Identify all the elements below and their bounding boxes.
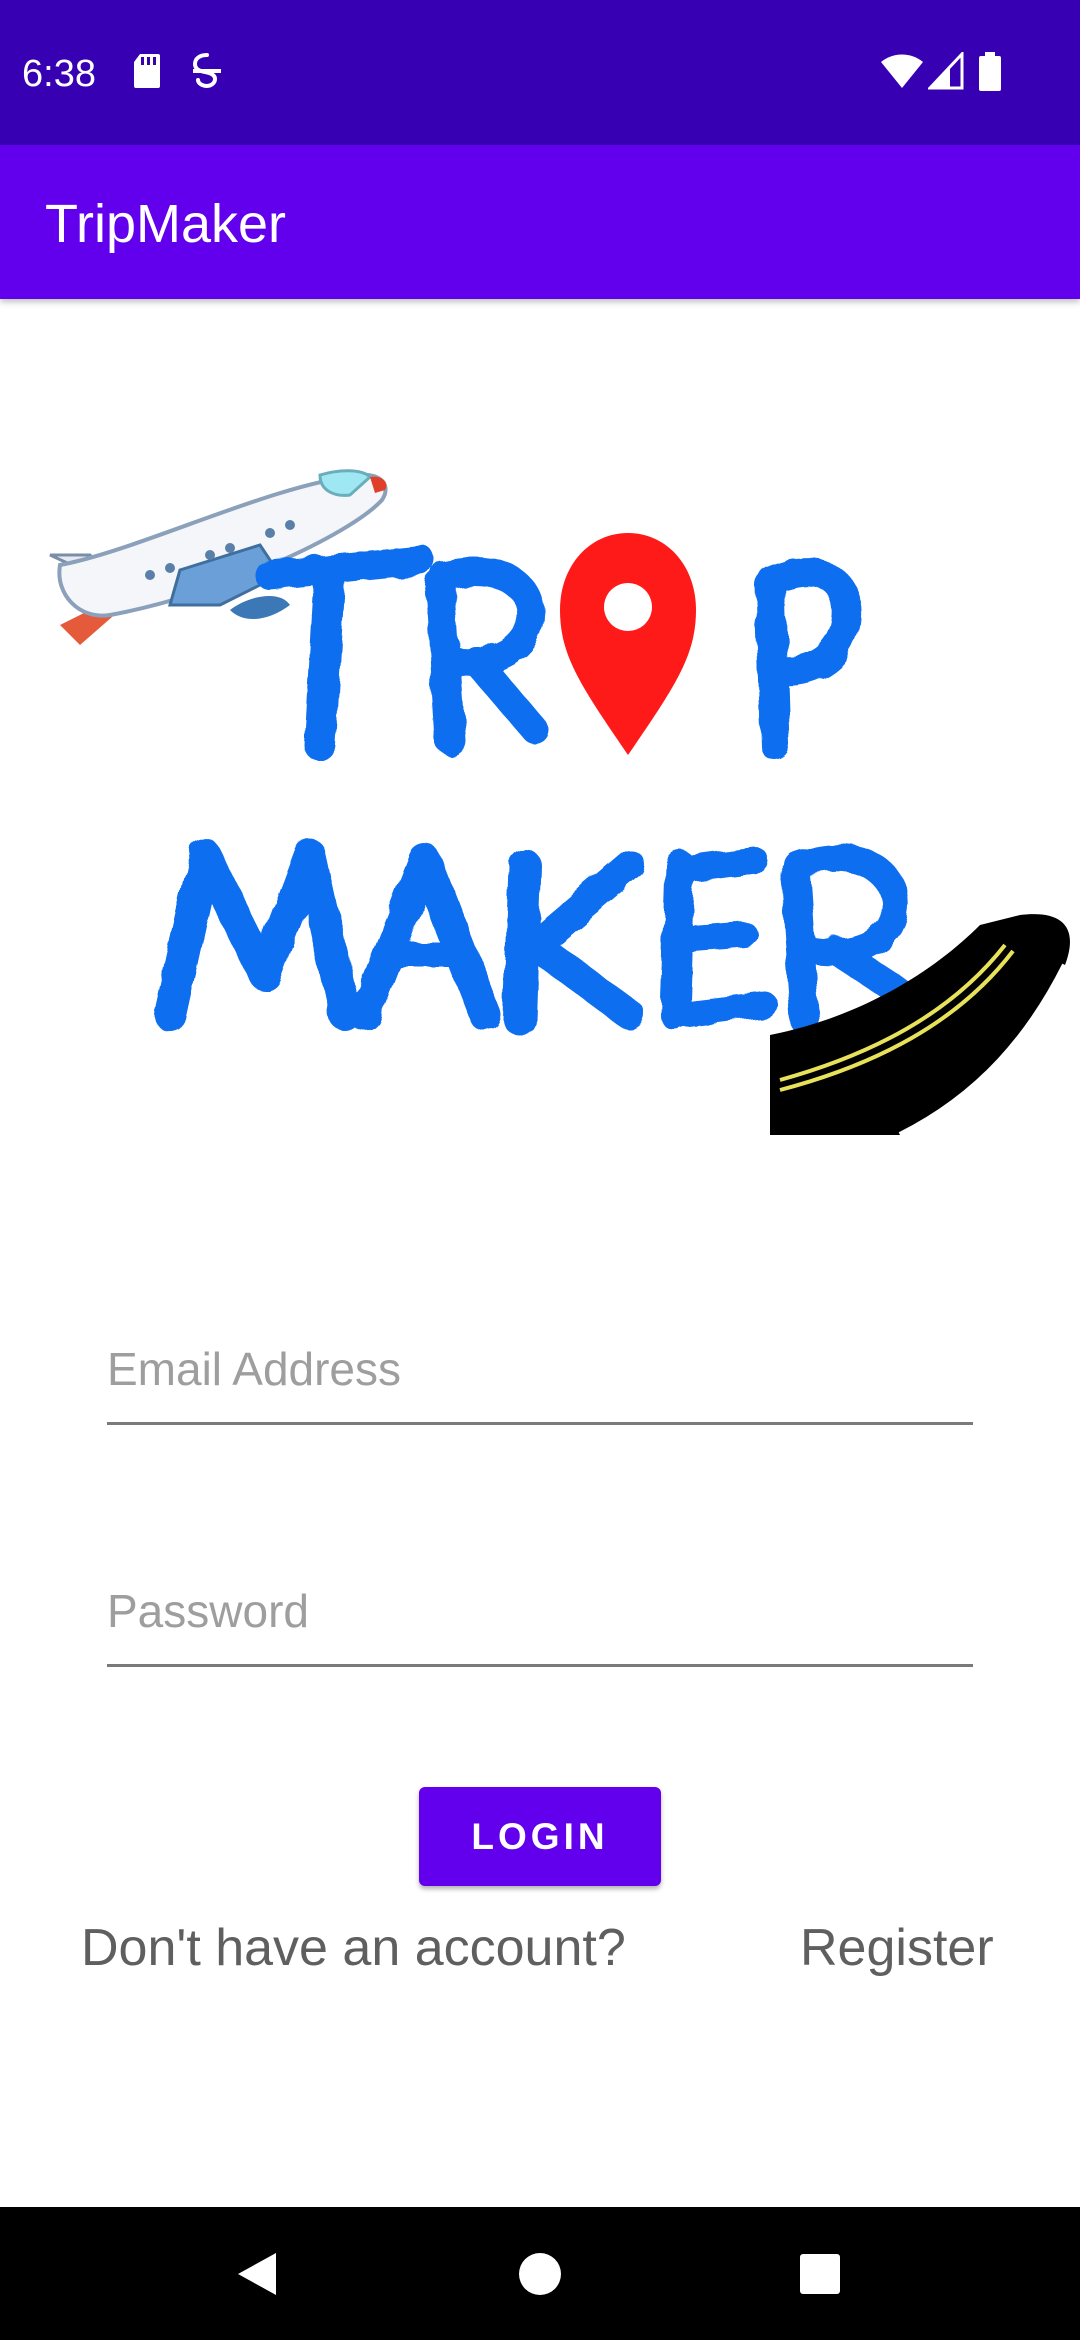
battery-icon	[979, 52, 1001, 91]
login-screen: 6:38 TripMaker Email Address LOGIN Don't…	[0, 0, 1080, 2340]
back-icon	[238, 2252, 276, 2295]
cell-signal-icon	[928, 52, 964, 90]
password-field[interactable]	[107, 1557, 973, 1677]
wifi-icon	[881, 54, 923, 88]
no-account-text: Don't have an account?	[81, 1919, 626, 1977]
navigation-bar	[0, 2207, 1080, 2340]
vpn-key-icon	[192, 53, 221, 89]
recents-icon	[800, 2253, 840, 2294]
tripmaker-logo	[49, 469, 1070, 1135]
recents-button[interactable]	[760, 2207, 880, 2340]
email-input[interactable]	[107, 1315, 973, 1425]
sd-card-icon	[134, 54, 160, 88]
home-button[interactable]	[480, 2207, 600, 2340]
back-button[interactable]	[197, 2207, 317, 2340]
email-field[interactable]	[107, 1315, 973, 1435]
app-title: TripMaker	[45, 194, 287, 254]
login-button[interactable]: LOGIN	[419, 1787, 661, 1886]
password-input[interactable]	[107, 1557, 973, 1667]
app-bar: TripMaker	[0, 145, 1080, 299]
register-link[interactable]: Register	[800, 1918, 994, 1978]
status-time: 6:38	[22, 53, 96, 95]
home-icon	[519, 2252, 561, 2295]
status-bar: 6:38	[0, 0, 1080, 145]
map-pin-icon	[560, 533, 696, 755]
